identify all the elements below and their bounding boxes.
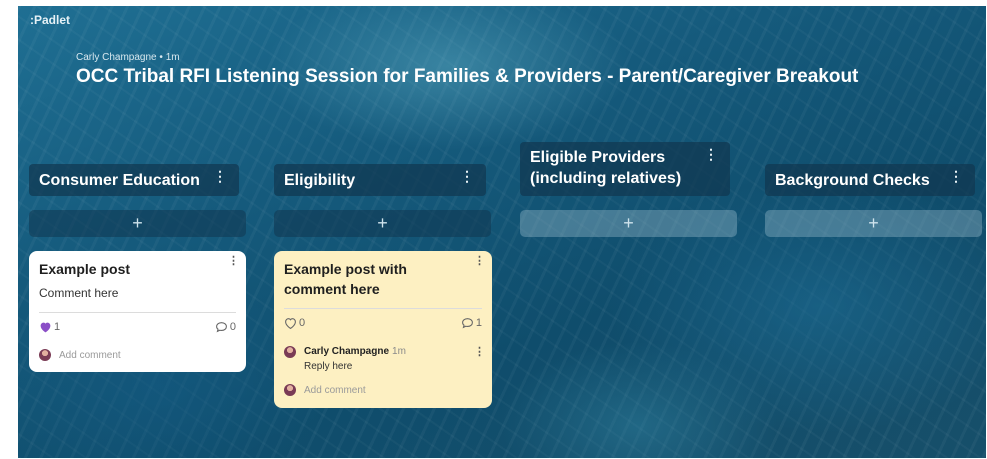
- padlet-logo[interactable]: :Padlet: [30, 13, 70, 27]
- column-menu-icon[interactable]: ⋮: [704, 147, 718, 161]
- column-header-eligible-providers[interactable]: Eligible Providers (including relatives)…: [520, 142, 730, 196]
- padlet-board: :Padlet Carly Champagne • 1m OCC Tribal …: [18, 6, 986, 458]
- meta-separator: •: [159, 52, 163, 63]
- post-title: Example post: [39, 261, 131, 277]
- add-comment-input[interactable]: Add comment: [59, 350, 121, 361]
- board-title: OCC Tribal RFI Listening Session for Fam…: [76, 66, 859, 87]
- add-post-button-consumer-education[interactable]: +: [29, 210, 246, 237]
- board-time: 1m: [165, 52, 180, 63]
- reply-text: Reply here: [304, 361, 353, 372]
- post-card[interactable]: Example post ⋮ Comment here 1 0 Add comm…: [29, 251, 246, 372]
- column-header-background-checks[interactable]: Background Checks ⋮: [765, 164, 975, 196]
- comment-bubble-icon: [461, 318, 473, 329]
- column-title: Consumer Education: [39, 172, 200, 189]
- like-button[interactable]: 1: [39, 321, 60, 333]
- column-title-line1: Eligible Providers: [530, 149, 666, 166]
- add-post-button-eligible-providers[interactable]: +: [520, 210, 737, 237]
- post-title-line2: comment here: [284, 281, 380, 297]
- post-body: Comment here: [39, 286, 119, 300]
- like-count: 1: [54, 321, 61, 333]
- comment-count-button[interactable]: 0: [215, 321, 236, 333]
- add-post-button-background-checks[interactable]: +: [765, 210, 982, 237]
- comment-count-button[interactable]: 1: [461, 317, 482, 329]
- like-count: 0: [299, 317, 306, 329]
- reply-author-name[interactable]: Carly Champagne: [304, 346, 389, 357]
- reply-time: 1m: [392, 346, 406, 357]
- like-button[interactable]: 0: [284, 317, 305, 329]
- add-post-button-eligibility[interactable]: +: [274, 210, 491, 237]
- reply-author: Carly Champagne 1m: [304, 346, 406, 357]
- avatar: [284, 346, 296, 358]
- column-menu-icon[interactable]: ⋮: [213, 169, 227, 183]
- column-title: Eligibility: [284, 172, 356, 189]
- heart-outline-icon: [285, 318, 296, 329]
- post-menu-icon[interactable]: ⋮: [474, 256, 485, 267]
- avatar: [39, 349, 51, 361]
- post-title: Example post with comment here: [284, 259, 407, 299]
- column-title-line2: (including relatives): [530, 170, 682, 187]
- add-comment-input[interactable]: Add comment: [304, 385, 366, 396]
- column-title: Background Checks: [775, 172, 930, 189]
- post-menu-icon[interactable]: ⋮: [228, 256, 239, 267]
- comment-count: 1: [475, 317, 482, 329]
- post-divider: [284, 308, 482, 309]
- post-title-line1: Example post with: [284, 261, 407, 277]
- comment-bubble-icon: [215, 322, 227, 333]
- heart-filled-icon: [40, 322, 51, 333]
- board-meta: Carly Champagne • 1m: [76, 52, 180, 63]
- avatar: [284, 384, 296, 396]
- column-menu-icon[interactable]: ⋮: [460, 169, 474, 183]
- post-divider: [39, 312, 236, 313]
- reply-menu-icon[interactable]: ⋮: [474, 347, 485, 358]
- comment-count: 0: [229, 321, 236, 333]
- column-header-consumer-education[interactable]: Consumer Education ⋮: [29, 164, 239, 196]
- board-author[interactable]: Carly Champagne: [76, 52, 157, 63]
- column-header-eligibility[interactable]: Eligibility ⋮: [274, 164, 486, 196]
- post-card[interactable]: Example post with comment here ⋮ 0 1 Car…: [274, 251, 492, 408]
- column-menu-icon[interactable]: ⋮: [949, 169, 963, 183]
